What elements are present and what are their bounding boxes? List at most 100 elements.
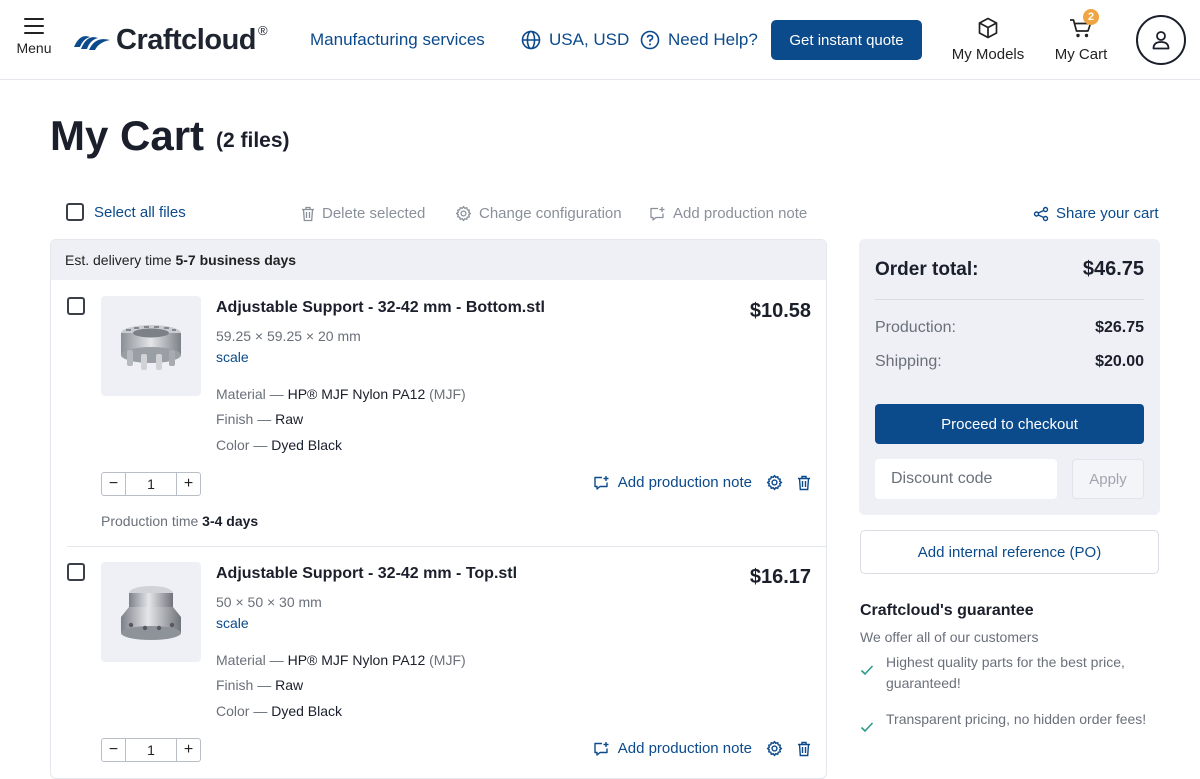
file-count: (2 files) (216, 129, 290, 152)
item-delete-trash-icon[interactable] (797, 475, 811, 491)
select-all-checkbox[interactable] (66, 203, 84, 221)
material-label: Material — (216, 386, 288, 402)
region-currency-selector[interactable]: USA, USD (521, 30, 629, 50)
production-time-value: 3-4 days (202, 513, 259, 529)
guarantee-point-text: Transparent pricing, no hidden order fee… (886, 711, 1147, 727)
cart-toolbar: Select all files Delete selected Change … (66, 203, 1160, 225)
logo-text: Craftcloud (116, 23, 257, 56)
change-configuration-button[interactable]: Change configuration (455, 205, 622, 222)
item-dimensions: 59.25 × 59.25 × 20 mm (216, 328, 361, 344)
quantity-increase-button[interactable]: + (176, 473, 200, 495)
quantity-value[interactable]: 1 (126, 739, 176, 761)
finish-label: Finish — (216, 411, 276, 427)
item-checkbox[interactable] (67, 563, 85, 581)
color-label: Color — (216, 703, 272, 719)
item-settings-gear-icon[interactable] (766, 740, 783, 757)
craftcloud-logo[interactable]: Craftcloud ® (72, 22, 268, 58)
craftcloud-logo-icon (74, 36, 110, 50)
proceed-to-checkout-button[interactable]: Proceed to checkout (875, 404, 1144, 444)
hamburger-icon (24, 18, 44, 34)
trash-icon (302, 206, 314, 221)
account-avatar-button[interactable] (1136, 15, 1186, 65)
finish-label: Finish — (216, 677, 276, 693)
page-title: My Cart (50, 112, 205, 159)
share-icon (1033, 206, 1049, 221)
item-finish: Finish — Raw (216, 411, 303, 427)
get-instant-quote-button[interactable]: Get instant quote (771, 20, 922, 60)
color-value: Dyed Black (271, 437, 343, 453)
material-process: (MJF) (425, 386, 466, 402)
item-checkbox[interactable] (67, 297, 85, 315)
add-internal-reference-button[interactable]: Add internal reference (PO) (860, 530, 1159, 574)
model-preview-icon (121, 586, 181, 640)
share-cart-button[interactable]: Share your cart (1033, 205, 1159, 222)
item-file-name[interactable]: Adjustable Support - 32-42 mm - Top.stl (216, 565, 517, 583)
add-production-note-button[interactable]: Add production note (649, 205, 807, 222)
delivery-label: Est. delivery time (65, 252, 176, 268)
my-models-label: My Models (951, 46, 1025, 63)
region-label: USA, USD (549, 30, 630, 49)
delete-selected-label: Delete selected (322, 205, 426, 222)
material-process: (MJF) (425, 652, 466, 668)
item-material: Material — HP® MJF Nylon PA12 (MJF) (216, 386, 466, 402)
item-dimensions: 50 × 50 × 30 mm (216, 594, 322, 610)
order-summary: Order total: $46.75 Production: $26.75 S… (859, 239, 1160, 515)
manufacturing-services-link[interactable]: Manufacturing services (310, 30, 485, 50)
production-time: Production time 3-4 days (101, 513, 258, 529)
material-value: HP® MJF Nylon PA12 (287, 652, 426, 668)
delivery-value: 5-7 business days (175, 252, 297, 268)
help-icon (640, 30, 660, 50)
quantity-decrease-button[interactable]: − (102, 473, 126, 495)
gear-icon (455, 205, 472, 222)
change-configuration-label: Change configuration (479, 205, 622, 222)
item-add-production-note-button[interactable]: Add production note (593, 740, 752, 757)
shipping-cost-label: Shipping: (875, 353, 942, 370)
color-value: Dyed Black (271, 703, 343, 719)
need-help-link[interactable]: Need Help? (640, 30, 758, 50)
quantity-stepper: − 1 + (101, 472, 201, 496)
item-actions: Add production note (593, 740, 811, 757)
select-all-files[interactable]: Select all files (66, 203, 186, 221)
item-actions: Add production note (593, 474, 811, 491)
model-thumbnail[interactable] (101, 296, 201, 396)
order-total-label: Order total: (875, 259, 979, 280)
item-scale-link[interactable]: scale (216, 615, 249, 631)
my-models-link[interactable]: My Models (950, 14, 1026, 63)
menu-button[interactable]: Menu (14, 18, 54, 56)
menu-label: Menu (16, 40, 52, 56)
logo-registered-mark: ® (258, 22, 268, 38)
quantity-value[interactable]: 1 (126, 473, 176, 495)
model-preview-icon (121, 325, 181, 370)
model-thumbnail[interactable] (101, 562, 201, 662)
delete-selected-button[interactable]: Delete selected (301, 205, 425, 222)
my-cart-link[interactable]: 2 My Cart (1052, 9, 1110, 63)
item-color: Color — Dyed Black (216, 703, 342, 719)
share-cart-label: Share your cart (1056, 205, 1159, 222)
select-all-label: Select all files (94, 203, 186, 221)
item-divider (67, 546, 826, 547)
order-total-value: $46.75 (1082, 258, 1144, 280)
item-color: Color — Dyed Black (216, 437, 342, 453)
item-file-name[interactable]: Adjustable Support - 32-42 mm - Bottom.s… (216, 299, 545, 317)
material-label: Material — (216, 652, 288, 668)
discount-code-input[interactable] (875, 459, 1057, 499)
material-value: HP® MJF Nylon PA12 (287, 386, 426, 402)
item-scale-link[interactable]: scale (216, 349, 249, 365)
finish-value: Raw (275, 677, 304, 693)
checkmark-icon (860, 722, 874, 733)
apply-discount-button[interactable]: Apply (1072, 459, 1144, 499)
color-label: Color — (216, 437, 272, 453)
cart-items-panel: Est. delivery time 5-7 business days Adj… (50, 239, 827, 779)
quantity-increase-button[interactable]: + (176, 739, 200, 761)
quantity-decrease-button[interactable]: − (102, 739, 126, 761)
item-price: $10.58 (749, 300, 811, 322)
guarantee-subtitle: We offer all of our customers (860, 629, 1039, 645)
production-time-label: Production time (101, 513, 203, 529)
item-settings-gear-icon[interactable] (766, 474, 783, 491)
item-price: $16.17 (749, 566, 811, 588)
item-add-production-note-button[interactable]: Add production note (593, 474, 752, 491)
item-delete-trash-icon[interactable] (797, 741, 811, 757)
item-material: Material — HP® MJF Nylon PA12 (MJF) (216, 652, 466, 668)
summary-divider (875, 299, 1144, 300)
guarantee-point-text: Highest quality parts for the best price… (886, 654, 1125, 691)
